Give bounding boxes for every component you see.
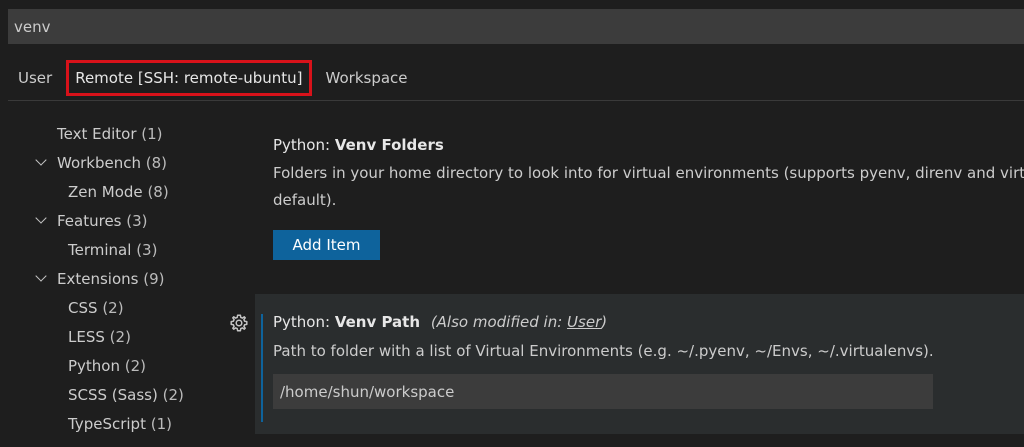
toc-item-label: CSS	[68, 299, 98, 317]
toc-item-scss[interactable]: SCSS (Sass) (2)	[68, 386, 184, 404]
venv-path-description: Path to folder with a list of Virtual En…	[273, 338, 934, 365]
modified-suffix: )	[601, 313, 608, 331]
toc-item-label: TypeScript	[68, 415, 146, 433]
venv-folders-title: Python: Venv Folders	[273, 136, 444, 154]
toc-item-workbench[interactable]: Workbench (8)	[57, 154, 167, 172]
toc-item-label: Extensions	[57, 270, 139, 288]
toc-item-label: Terminal	[68, 241, 132, 259]
toc-item-count: (8)	[147, 183, 169, 201]
toc-item-count: (3)	[136, 241, 158, 259]
toc-item-count: (9)	[143, 270, 165, 288]
toc-item-label: Python	[68, 357, 120, 375]
toc-item-label: Workbench	[57, 154, 141, 172]
chevron-down-icon[interactable]	[35, 154, 47, 166]
tab-workspace[interactable]: Workspace	[316, 56, 418, 100]
toc-item-typescript[interactable]: TypeScript (1)	[68, 415, 172, 433]
settings-search-bar	[8, 9, 1024, 44]
modified-in-note: (Also modified in: User)	[431, 313, 607, 331]
toc-item-terminal[interactable]: Terminal (3)	[68, 241, 157, 259]
settings-scope-tabs: User Remote [SSH: remote-ubuntu] Workspa…	[8, 56, 418, 100]
description-line: Path to folder with a list of Virtual En…	[273, 342, 934, 360]
toc-item-count: (2)	[109, 328, 131, 346]
toc-item-count: (2)	[162, 386, 184, 404]
toc-item-less[interactable]: LESS (2)	[68, 328, 131, 346]
gear-icon[interactable]	[229, 313, 249, 333]
add-item-button[interactable]: Add Item	[273, 230, 380, 260]
venv-path-title: Python: Venv Path (Also modified in: Use…	[273, 313, 607, 331]
toc-item-count: (2)	[102, 299, 124, 317]
toc-item-count: (3)	[126, 212, 148, 230]
description-line: Folders in your home directory to look i…	[273, 164, 1024, 182]
settings-editor: User Remote [SSH: remote-ubuntu] Workspa…	[0, 0, 1024, 447]
modified-in-user-link[interactable]: User	[567, 313, 601, 331]
toc-item-text-editor[interactable]: Text Editor (1)	[57, 125, 163, 143]
toc-item-count: (8)	[145, 154, 168, 172]
modified-prefix: (Also modified in:	[430, 313, 568, 331]
toc-item-zen-mode[interactable]: Zen Mode (8)	[68, 183, 169, 201]
chevron-down-icon[interactable]	[35, 212, 47, 224]
toc-item-features[interactable]: Features (3)	[57, 212, 148, 230]
toc-item-label: Zen Mode	[68, 183, 143, 201]
settings-search-input[interactable]	[14, 17, 1024, 36]
chevron-down-icon[interactable]	[35, 270, 47, 282]
focus-indicator	[261, 314, 263, 422]
setting-name: Venv Path	[334, 313, 421, 331]
toc-item-label: LESS	[68, 328, 105, 346]
venv-folders-description: Folders in your home directory to look i…	[273, 160, 1024, 214]
toc-item-label: Text Editor	[57, 125, 137, 143]
setting-category: Python:	[273, 136, 335, 154]
toc-item-label: Features	[57, 212, 122, 230]
toc-item-extensions[interactable]: Extensions (9)	[57, 270, 164, 288]
toc-item-count: (1)	[150, 415, 172, 433]
venv-path-input[interactable]	[273, 374, 933, 409]
toc-item-count: (2)	[124, 357, 147, 375]
tabs-divider	[8, 100, 1024, 101]
toc-item-count: (1)	[141, 125, 163, 143]
toc-item-css[interactable]: CSS (2)	[68, 299, 124, 317]
toc-item-python[interactable]: Python (2)	[68, 357, 146, 375]
setting-name: Venv Folders	[334, 136, 444, 154]
setting-category: Python:	[273, 313, 335, 331]
description-line: default).	[273, 191, 337, 209]
tab-user[interactable]: User	[8, 56, 62, 100]
tab-remote-ssh[interactable]: Remote [SSH: remote-ubuntu]	[66, 60, 312, 96]
toc-item-label: SCSS (Sass)	[68, 386, 158, 404]
